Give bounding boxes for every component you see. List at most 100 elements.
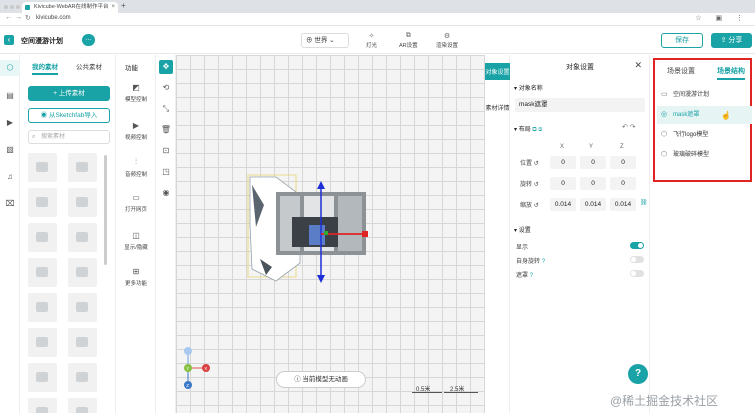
tab-asset-details[interactable]: 素材详情 (485, 99, 510, 116)
scale-y-field[interactable]: 0.014 (580, 198, 606, 211)
back-arrow-icon[interactable]: ← (5, 14, 12, 21)
asset-thumbnail[interactable] (68, 398, 97, 413)
fit-icon[interactable]: ◳ (159, 165, 173, 179)
tab-public-assets[interactable]: 公共素材 (76, 61, 102, 71)
toggle-self-rotate[interactable] (630, 256, 644, 263)
visibility-eye-icon[interactable]: ◉ (159, 186, 173, 200)
layout-section-label: 布局 (518, 127, 531, 133)
rotate-icon[interactable]: ⟲ (159, 81, 173, 95)
scene-viewport[interactable]: Y X Z ⓘ 当前模型无动画 0.5米 2.5米 (176, 55, 485, 413)
focus-icon[interactable]: ⊡ (159, 144, 173, 158)
upload-asset-button[interactable]: + 上传素材 (28, 86, 110, 101)
align-icon[interactable]: ⧉ (532, 127, 536, 133)
pointer-cursor-icon: ☝ (721, 111, 731, 120)
help-icon[interactable]: ? (530, 273, 533, 279)
browser-tab[interactable]: Kivicube-WebAR在线制作平台 × (22, 2, 118, 13)
render-settings-button[interactable]: ⚙ 渲染设置 (436, 32, 458, 49)
close-tab-icon[interactable]: × (111, 2, 115, 13)
delete-icon[interactable]: 🗑 (159, 123, 173, 137)
more-functions-item[interactable]: ⊞ 更多功能 (116, 267, 156, 287)
move-icon[interactable]: ✥ (159, 60, 173, 74)
ar-settings-button[interactable]: ⧉ AR设置 (399, 32, 418, 49)
scale-z-field[interactable]: 0.014 (610, 198, 636, 211)
asset-thumbnail[interactable] (28, 398, 57, 413)
undo-redo-icons[interactable]: ↶ ↷ (622, 123, 636, 131)
sketchfab-import-button[interactable]: ◉ 从Sketchfab导入 (28, 108, 110, 123)
asset-thumbnail[interactable] (28, 363, 57, 392)
reset-icon[interactable]: ↺ (534, 161, 539, 167)
video-control-item[interactable]: ▶ 视频控制 (116, 121, 156, 141)
share-button[interactable]: ⇪ 分享 (711, 33, 752, 48)
object-name-field[interactable]: mask遮罩 (515, 98, 645, 112)
scene-item-glass-model[interactable]: ⬡ 玻璃破碎模型 (657, 146, 752, 164)
window-controls[interactable] (4, 4, 22, 11)
picture-category-icon[interactable]: ▧ (0, 142, 20, 158)
reload-icon[interactable]: ↻ (25, 14, 31, 22)
scale-icon[interactable]: ⤡ (159, 102, 173, 116)
scene-item-root[interactable]: ▭ 空间漫游计划 (657, 86, 752, 104)
lock-ratio-icon[interactable]: ⛓ (640, 199, 648, 206)
tab-scene-structure[interactable]: 场景结构 (717, 66, 745, 80)
audio-control-item[interactable]: ⫶ 音频控制 (116, 157, 156, 178)
model-control-item[interactable]: ◩ 模型控制 (116, 83, 156, 103)
model-category-icon[interactable]: ⬡ (0, 60, 20, 76)
render-icon: ⚙ (443, 33, 451, 40)
tab-scene-settings[interactable]: 场景设置 (667, 66, 695, 76)
reset-icon[interactable]: ↺ (534, 203, 539, 209)
scale-x-field[interactable]: 0.014 (550, 198, 576, 211)
asset-thumbnail[interactable] (28, 328, 57, 357)
axis-orientation-gizmo: Y X Z (184, 347, 210, 389)
asset-thumbnail[interactable] (68, 363, 97, 392)
world-select[interactable]: ⊕ 世界 ⌄ (301, 33, 349, 48)
scene-item-logo-model[interactable]: ⬡ 飞行logo模型 (657, 126, 752, 144)
asset-thumbnail[interactable] (68, 223, 97, 252)
function-panel-title: 功能 (125, 65, 138, 72)
position-y-field[interactable]: 0 (580, 156, 606, 169)
toggle-mask[interactable] (630, 270, 644, 277)
browser-extension-icons[interactable]: ☆ ▣ ⋮ (695, 14, 749, 22)
position-z-field[interactable]: 0 (610, 156, 636, 169)
animation-status-button[interactable]: ⓘ 当前模型无动画 (276, 371, 366, 388)
music-category-icon[interactable]: ♫ (0, 169, 20, 185)
asset-thumbnail[interactable] (28, 153, 57, 182)
asset-thumbnail[interactable] (68, 258, 97, 287)
tab-object-settings[interactable]: 对象设置 (485, 63, 510, 80)
scene-item-mask[interactable]: ◎ mask遮罩 ☝ (657, 106, 752, 124)
position-x-field[interactable]: 0 (550, 156, 576, 169)
asset-thumbnail[interactable] (68, 328, 97, 357)
asset-thumbnail[interactable] (68, 188, 97, 217)
rotation-z-field[interactable]: 0 (610, 177, 636, 190)
asset-thumbnail[interactable] (68, 293, 97, 322)
image-category-icon[interactable]: ▤ (0, 88, 20, 104)
asset-thumbnail[interactable] (28, 293, 57, 322)
back-button[interactable]: ‹ (4, 35, 14, 45)
show-hide-item[interactable]: ◫ 显示/隐藏 (116, 231, 156, 251)
video-category-icon[interactable]: ▶ (0, 115, 20, 131)
new-tab-icon[interactable]: + (121, 1, 126, 10)
rotation-y-field[interactable]: 0 (580, 177, 606, 190)
asset-thumbnail[interactable] (68, 153, 97, 182)
forward-arrow-icon[interactable]: → (15, 14, 22, 21)
asset-scrollbar[interactable] (104, 155, 107, 265)
toggle-label-mask-text: 遮罩 (516, 273, 529, 279)
tab-my-assets[interactable]: 我的素材 (32, 61, 58, 75)
asset-thumbnail[interactable] (28, 188, 57, 217)
close-icon[interactable]: ✕ (634, 60, 642, 71)
asset-thumbnail[interactable] (28, 258, 57, 287)
asset-thumbnail[interactable] (28, 223, 57, 252)
url-text[interactable]: kivicube.com (36, 15, 71, 21)
save-button[interactable]: 保存 (661, 33, 703, 48)
light-tool-button[interactable]: ✧ 灯光 (366, 32, 377, 49)
scene-category-icon[interactable]: ⌧ (0, 196, 20, 212)
chat-bubble-icon[interactable]: … (82, 34, 95, 46)
help-button[interactable]: ? (628, 364, 648, 384)
rotation-x-field[interactable]: 0 (550, 177, 576, 190)
copy-icon[interactable]: ⧈ (538, 127, 542, 133)
open-webpage-item[interactable]: ▭ 打开网页 (116, 193, 156, 213)
reset-icon[interactable]: ↺ (534, 182, 539, 188)
toggle-show[interactable] (630, 242, 644, 249)
grid-icon: ⊞ (132, 267, 140, 276)
help-icon[interactable]: ? (542, 259, 545, 265)
asset-library-panel: 我的素材 公共素材 + 上传素材 ◉ 从Sketchfab导入 ⌕ 搜索素材 (20, 55, 116, 413)
asset-search-input[interactable]: ⌕ 搜索素材 (28, 130, 110, 144)
